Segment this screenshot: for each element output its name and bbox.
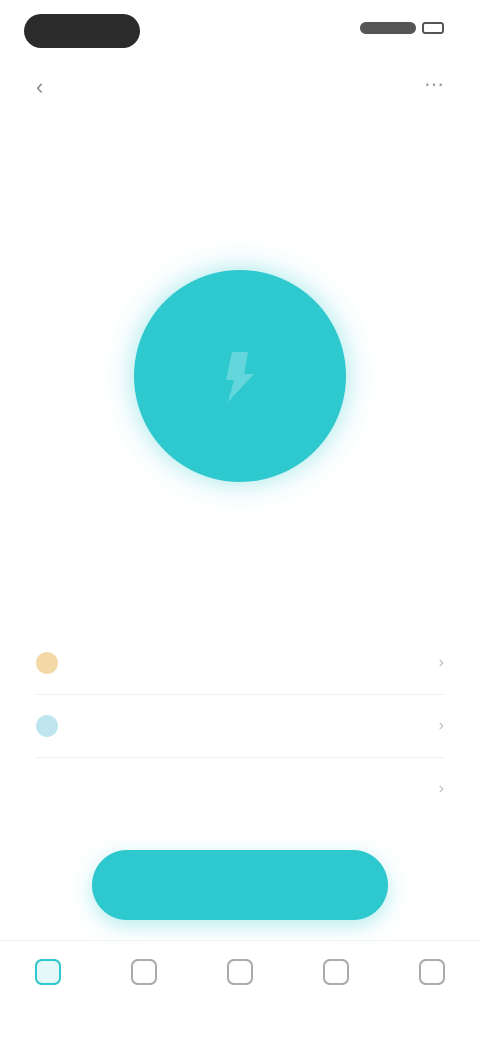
- nav-item-1[interactable]: [13, 959, 83, 993]
- setting-icon: [36, 652, 58, 674]
- list-item[interactable]: ›: [36, 632, 444, 695]
- bottom-navigation: [0, 940, 480, 1040]
- main-control: [0, 270, 480, 482]
- primary-action-button[interactable]: [92, 850, 388, 920]
- nav-icon: [323, 959, 349, 985]
- chevron-right-icon: ›: [438, 717, 444, 734]
- chevron-right-icon: ›: [438, 780, 444, 797]
- signal-icon: [360, 22, 416, 34]
- setting-icon: [36, 715, 58, 737]
- home-icon: [35, 959, 61, 985]
- nav-item-4[interactable]: [301, 959, 371, 993]
- nav-icon: [131, 959, 157, 985]
- list-item[interactable]: ›: [36, 695, 444, 758]
- tab-1[interactable]: [172, 126, 180, 138]
- nav-icon: [227, 959, 253, 985]
- list-item[interactable]: ›: [36, 758, 444, 820]
- chevron-right-icon: ›: [438, 654, 444, 671]
- status-indicators: [360, 22, 444, 34]
- power-toggle[interactable]: [134, 270, 346, 482]
- time-pill: [24, 14, 140, 48]
- more-icon[interactable]: ⋯: [424, 72, 444, 97]
- nav-item-3[interactable]: [205, 959, 275, 993]
- back-arrow-icon[interactable]: ‹: [36, 74, 43, 100]
- nav-item-5[interactable]: [397, 959, 467, 993]
- nav-item-2[interactable]: [109, 959, 179, 993]
- tab-2[interactable]: [236, 126, 244, 138]
- settings-list: › › ›: [36, 632, 444, 820]
- status-bar: [0, 0, 480, 60]
- setting-icon: [36, 778, 58, 800]
- tab-bar: [0, 126, 480, 138]
- tab-3[interactable]: [300, 126, 308, 138]
- power-icon: [226, 352, 254, 402]
- battery-icon: [422, 22, 444, 34]
- profile-icon: [419, 959, 445, 985]
